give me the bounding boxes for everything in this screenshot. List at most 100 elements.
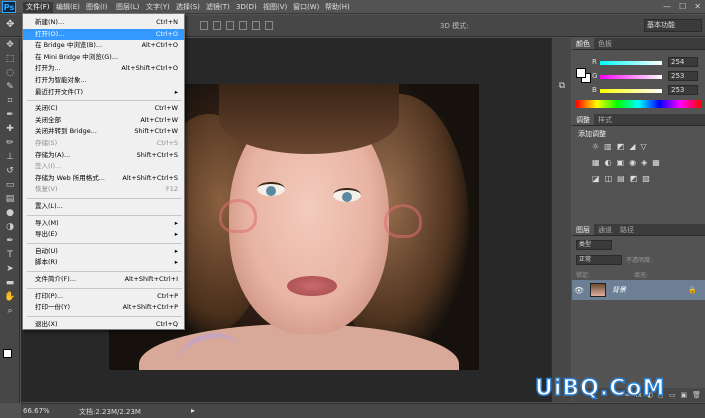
color-balance-icon[interactable]: ◐ [605, 158, 612, 167]
file-menu-item[interactable]: 打印(P)... Ctrl+P [23, 291, 184, 302]
menu-filter[interactable]: 滤镜(T) [203, 2, 233, 13]
workspace-select[interactable]: 基本功能 [644, 19, 702, 32]
healing-tool-icon[interactable]: ✚ [0, 122, 20, 136]
photo-filter-icon[interactable]: ◉ [629, 158, 636, 167]
delete-layer-icon[interactable]: 🗑 [692, 391, 701, 399]
file-menu-item[interactable]: 文件简介(F)... Alt+Shift+Ctrl+I [23, 274, 184, 285]
invert-icon[interactable]: ◪ [592, 174, 600, 183]
lasso-tool-icon[interactable]: ◌ [0, 66, 20, 80]
maximize-icon[interactable]: ☐ [679, 2, 686, 11]
file-menu-item[interactable]: 在 Bridge 中浏览(B)... Alt+Ctrl+O [23, 40, 184, 51]
quick-select-tool-icon[interactable]: ✎ [0, 80, 20, 94]
tab-paths[interactable]: 路径 [616, 224, 638, 235]
gradient-tool-icon[interactable]: ▤ [0, 192, 20, 206]
foreground-color-swatch[interactable] [3, 349, 12, 358]
menu-3d[interactable]: 3D(D) [233, 2, 260, 13]
menu-select[interactable]: 选择(S) [173, 2, 203, 13]
move-tool-icon[interactable]: ✥ [0, 38, 20, 52]
tab-layers[interactable]: 图层 [572, 224, 594, 235]
file-menu-item[interactable]: 导入(M) ▸ [23, 218, 184, 229]
menu-window[interactable]: 窗口(W) [290, 2, 322, 13]
file-menu-item[interactable]: 置入(L)... [23, 201, 184, 212]
eyedropper-tool-icon[interactable]: ✒ [0, 108, 20, 122]
menu-layer[interactable]: 图层(L) [113, 2, 142, 13]
green-value-input[interactable]: 253 [668, 71, 698, 81]
levels-icon[interactable]: ▥ [604, 142, 612, 151]
new-group-icon[interactable]: ▭ [669, 391, 676, 399]
menu-image[interactable]: 图像(I) [83, 2, 111, 13]
new-layer-icon[interactable]: ▣ [680, 391, 687, 399]
black-white-icon[interactable]: ▣ [617, 158, 625, 167]
hue-saturation-icon[interactable]: ▦ [592, 158, 600, 167]
red-slider[interactable]: R 254 [592, 57, 700, 68]
minimize-icon[interactable]: — [663, 2, 671, 11]
align-right-icon[interactable] [265, 21, 273, 30]
selective-color-icon[interactable]: ▧ [642, 174, 650, 183]
file-menu-item[interactable]: 存储为 Web 所用格式... Alt+Shift+Ctrl+S [23, 173, 184, 184]
shape-tool-icon[interactable]: ▬ [0, 276, 20, 290]
menu-edit[interactable]: 编辑(E) [53, 2, 83, 13]
file-menu-item[interactable]: 在 Mini Bridge 中浏览(G)... [23, 52, 184, 63]
history-panel-icon[interactable]: ⧉ [552, 78, 572, 94]
stamp-tool-icon[interactable]: ⊥ [0, 150, 20, 164]
file-menu-item[interactable]: 脚本(R) ▸ [23, 257, 184, 268]
red-value-input[interactable]: 254 [668, 57, 698, 67]
color-spectrum-bar[interactable] [576, 100, 701, 108]
tab-adjustments[interactable]: 调整 [572, 114, 594, 125]
tab-styles[interactable]: 样式 [594, 114, 616, 125]
file-menu-item[interactable]: 导出(E) ▸ [23, 229, 184, 240]
threshold-icon[interactable]: ▤ [617, 174, 625, 183]
file-menu-item[interactable]: 打印一份(Y) Alt+Shift+Ctrl+P [23, 302, 184, 313]
menu-help[interactable]: 帮助(H) [322, 2, 353, 13]
visibility-eye-icon[interactable]: 👁 [572, 286, 586, 295]
file-menu-item[interactable]: 新建(N)... Ctrl+N [23, 17, 184, 28]
type-tool-icon[interactable]: T [0, 248, 20, 262]
pen-tool-icon[interactable]: ✒ [0, 234, 20, 248]
menu-file[interactable]: 文件(F) [23, 2, 53, 13]
blue-slider[interactable]: B 253 [592, 85, 700, 96]
blend-mode-select[interactable]: 正常 [576, 254, 622, 265]
file-menu-item[interactable]: 关闭全部 Alt+Ctrl+W [23, 115, 184, 126]
color-lookup-icon[interactable]: ▦ [652, 158, 660, 167]
file-menu-item[interactable]: 退出(X) Ctrl+Q [23, 319, 184, 330]
menu-view[interactable]: 视图(V) [260, 2, 290, 13]
foreground-color-box[interactable] [576, 68, 586, 78]
status-menu-arrow-icon[interactable]: ▸ [191, 406, 195, 415]
file-menu-item[interactable]: 关闭(C) Ctrl+W [23, 103, 184, 114]
gradient-map-icon[interactable]: ◩ [630, 174, 638, 183]
tab-channels[interactable]: 通道 [594, 224, 616, 235]
brush-tool-icon[interactable]: ✏ [0, 136, 20, 150]
align-left-icon[interactable] [239, 21, 247, 30]
posterize-icon[interactable]: ◫ [605, 174, 613, 183]
path-select-tool-icon[interactable]: ➤ [0, 262, 20, 276]
file-menu-item[interactable]: 最近打开文件(T) ▸ [23, 87, 184, 98]
file-menu-item[interactable]: 打开(O)... Ctrl+O [23, 28, 184, 40]
dodge-tool-icon[interactable]: ◑ [0, 220, 20, 234]
blur-tool-icon[interactable]: ● [0, 206, 20, 220]
menu-type[interactable]: 文字(Y) [143, 2, 173, 13]
align-top-icon[interactable] [200, 21, 208, 30]
align-center-icon[interactable] [252, 21, 260, 30]
exposure-icon[interactable]: ◢ [629, 142, 635, 151]
brightness-contrast-icon[interactable]: ☼ [592, 142, 599, 151]
zoom-tool-icon[interactable]: ⌕ [0, 304, 20, 318]
hand-tool-icon[interactable]: ✋ [0, 290, 20, 304]
layer-kind-filter[interactable]: 类型 [576, 239, 612, 250]
zoom-level[interactable]: 66.67% [23, 407, 50, 415]
tab-color[interactable]: 颜色 [572, 38, 594, 49]
file-menu-item[interactable]: 关闭并转到 Bridge... Shift+Ctrl+W [23, 126, 184, 137]
green-slider[interactable]: G 253 [592, 71, 700, 82]
align-bottom-icon[interactable] [226, 21, 234, 30]
move-tool-icon[interactable]: ✥ [6, 19, 20, 33]
tab-swatches[interactable]: 色板 [594, 38, 616, 49]
crop-tool-icon[interactable]: ⌗ [0, 94, 20, 108]
vibrance-icon[interactable]: ▽ [640, 142, 646, 151]
file-menu-item[interactable]: 打开为... Alt+Shift+Ctrl+O [23, 63, 184, 74]
close-icon[interactable]: ✕ [694, 2, 701, 11]
channel-mixer-icon[interactable]: ◈ [641, 158, 647, 167]
marquee-tool-icon[interactable]: ⬚ [0, 52, 20, 66]
file-menu-item[interactable]: 打开为智能对象... [23, 75, 184, 86]
curves-icon[interactable]: ◩ [617, 142, 625, 151]
eraser-tool-icon[interactable]: ▭ [0, 178, 20, 192]
layer-row-background[interactable]: 👁 背景 🔒 [572, 280, 705, 300]
